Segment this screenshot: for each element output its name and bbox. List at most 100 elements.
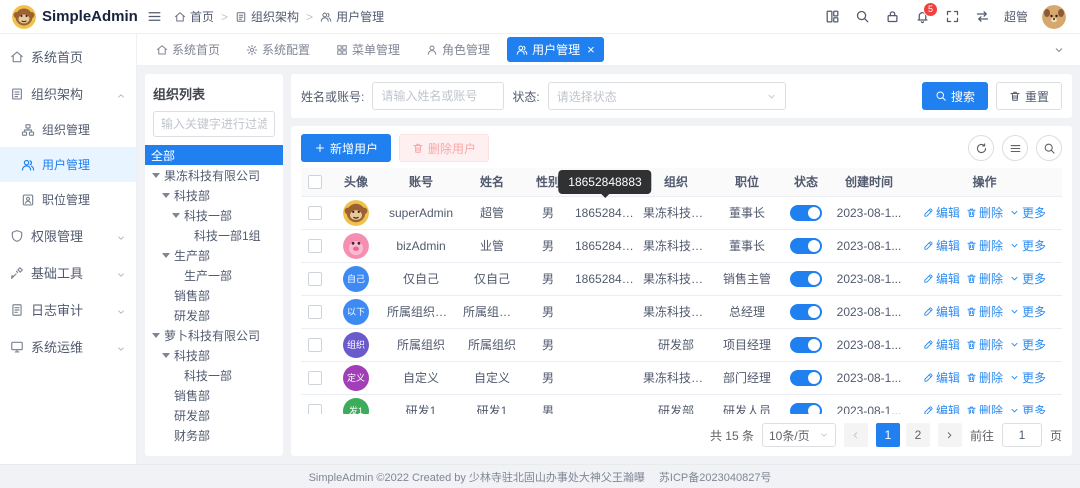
next-page-button[interactable] xyxy=(938,423,962,447)
more-link[interactable]: 更多 xyxy=(1009,336,1046,353)
status-toggle[interactable] xyxy=(790,304,822,320)
username[interactable]: 超管 xyxy=(1004,8,1028,25)
tree-node-3[interactable]: 科技一部 xyxy=(145,205,283,225)
tab-close-icon[interactable]: × xyxy=(587,43,595,56)
row-checkbox[interactable] xyxy=(308,338,322,352)
goto-page-input[interactable] xyxy=(1002,423,1042,447)
tree-node-1[interactable]: 果冻科技有限公司 xyxy=(145,165,283,185)
select-all-checkbox[interactable] xyxy=(308,175,322,189)
logo[interactable]: SimpleAdmin xyxy=(0,5,137,29)
footer-icp-link[interactable]: 苏ICP备2023040827号 xyxy=(659,469,772,485)
tab-2[interactable]: 菜单管理 xyxy=(327,37,409,62)
sidebar-item-0[interactable]: 系统首页 xyxy=(0,38,136,75)
sidebar-item-3[interactable]: 基础工具 xyxy=(0,254,136,291)
status-toggle[interactable] xyxy=(790,205,822,221)
delete-link[interactable]: 删除 xyxy=(966,303,1003,320)
page-1-button[interactable]: 1 xyxy=(876,423,900,447)
tree-node-7[interactable]: 销售部 xyxy=(145,285,283,305)
breadcrumb-item-0[interactable]: 首页 xyxy=(174,8,214,25)
sidebar-subitem-1-2[interactable]: 职位管理 xyxy=(0,182,136,217)
sidebar-item-4[interactable]: 日志审计 xyxy=(0,291,136,328)
tree-node-2[interactable]: 科技部 xyxy=(145,185,283,205)
status-toggle[interactable] xyxy=(790,370,822,386)
tree-node-12[interactable]: 销售部 xyxy=(145,385,283,405)
edit-link[interactable]: 编辑 xyxy=(923,270,960,287)
row-checkbox[interactable] xyxy=(308,371,322,385)
row-checkbox[interactable] xyxy=(308,305,322,319)
edit-link[interactable]: 编辑 xyxy=(923,336,960,353)
tree-node-9[interactable]: 萝卜科技有限公司 xyxy=(145,325,283,345)
tab-3[interactable]: 角色管理 xyxy=(417,37,499,62)
tree-node-4[interactable]: 科技一部1组 xyxy=(145,225,283,245)
tree-node-14[interactable]: 财务部 xyxy=(145,425,283,445)
delete-link[interactable]: 删除 xyxy=(966,237,1003,254)
hamburger-icon[interactable] xyxy=(147,9,162,24)
row-checkbox[interactable] xyxy=(308,404,322,414)
layout-icon[interactable] xyxy=(825,9,840,24)
table-panel: 新增用户 删除用户 头像账号姓名性别组织职位状态创建时间操作 xyxy=(291,126,1072,456)
add-user-button[interactable]: 新增用户 xyxy=(301,134,391,162)
sidebar-subitem-1-1[interactable]: 用户管理 xyxy=(0,147,136,182)
tree-node-13[interactable]: 研发部 xyxy=(145,405,283,425)
edit-link[interactable]: 编辑 xyxy=(923,369,960,386)
tree-node-6[interactable]: 生产一部 xyxy=(145,265,283,285)
edit-link[interactable]: 编辑 xyxy=(923,303,960,320)
delete-link[interactable]: 删除 xyxy=(966,336,1003,353)
row-checkbox[interactable] xyxy=(308,239,322,253)
delete-user-button[interactable]: 删除用户 xyxy=(399,134,489,162)
tree-node-10[interactable]: 科技部 xyxy=(145,345,283,365)
sidebar-item-1[interactable]: 组织架构 xyxy=(0,75,136,112)
page-size-select[interactable]: 10条/页 xyxy=(762,423,836,447)
tree-node-8[interactable]: 研发部 xyxy=(145,305,283,325)
status-toggle[interactable] xyxy=(790,238,822,254)
lock-icon[interactable] xyxy=(885,9,900,24)
edit-link[interactable]: 编辑 xyxy=(923,402,960,414)
search-icon[interactable] xyxy=(855,9,870,24)
org-filter-input[interactable] xyxy=(153,111,275,137)
breadcrumb-item-1[interactable]: 组织架构 xyxy=(235,8,299,25)
name-filter-input[interactable] xyxy=(372,82,504,110)
tree-node-0[interactable]: 全部 xyxy=(145,145,283,165)
tab-1[interactable]: 系统配置 xyxy=(237,37,319,62)
tab-0[interactable]: 系统首页 xyxy=(147,37,229,62)
tab-options-button[interactable] xyxy=(1048,39,1070,61)
sidebar-item-2[interactable]: 权限管理 xyxy=(0,217,136,254)
more-link[interactable]: 更多 xyxy=(1009,402,1046,414)
edit-link[interactable]: 编辑 xyxy=(923,237,960,254)
delete-link[interactable]: 删除 xyxy=(966,402,1003,414)
page-2-button[interactable]: 2 xyxy=(906,423,930,447)
delete-link[interactable]: 删除 xyxy=(966,270,1003,287)
more-link[interactable]: 更多 xyxy=(1009,369,1046,386)
fullscreen-icon[interactable] xyxy=(945,9,960,24)
tab-4[interactable]: 用户管理× xyxy=(507,37,604,62)
search-button[interactable]: 搜索 xyxy=(922,82,988,110)
sidebar-item-5[interactable]: 系统运维 xyxy=(0,328,136,365)
refresh-button[interactable] xyxy=(968,135,994,161)
delete-link[interactable]: 删除 xyxy=(966,369,1003,386)
swap-icon[interactable] xyxy=(975,9,990,24)
tree-node-11[interactable]: 科技一部 xyxy=(145,365,283,385)
sidebar-subitem-1-0[interactable]: 组织管理 xyxy=(0,112,136,147)
status-filter-select[interactable]: 请选择状态 xyxy=(548,82,786,110)
edit-link[interactable]: 编辑 xyxy=(923,204,960,221)
table-search-button[interactable] xyxy=(1036,135,1062,161)
reset-button[interactable]: 重置 xyxy=(996,82,1062,110)
breadcrumb-item-2[interactable]: 用户管理 xyxy=(320,8,384,25)
more-link[interactable]: 更多 xyxy=(1009,303,1046,320)
more-link[interactable]: 更多 xyxy=(1009,204,1046,221)
user-avatar[interactable] xyxy=(1042,5,1066,29)
status-toggle[interactable] xyxy=(790,403,822,415)
row-checkbox[interactable] xyxy=(308,272,322,286)
status-toggle[interactable] xyxy=(790,337,822,353)
row-checkbox[interactable] xyxy=(308,206,322,220)
more-link[interactable]: 更多 xyxy=(1009,270,1046,287)
column-settings-button[interactable] xyxy=(1002,135,1028,161)
tree-node-5[interactable]: 生产部 xyxy=(145,245,283,265)
cell-account: superAdmin xyxy=(383,196,459,229)
prev-page-button[interactable] xyxy=(844,423,868,447)
status-toggle[interactable] xyxy=(790,271,822,287)
more-link[interactable]: 更多 xyxy=(1009,237,1046,254)
delete-link[interactable]: 删除 xyxy=(966,204,1003,221)
cell-account: 所属组织及... xyxy=(383,295,459,328)
bell-icon[interactable]: 5 xyxy=(915,9,930,24)
